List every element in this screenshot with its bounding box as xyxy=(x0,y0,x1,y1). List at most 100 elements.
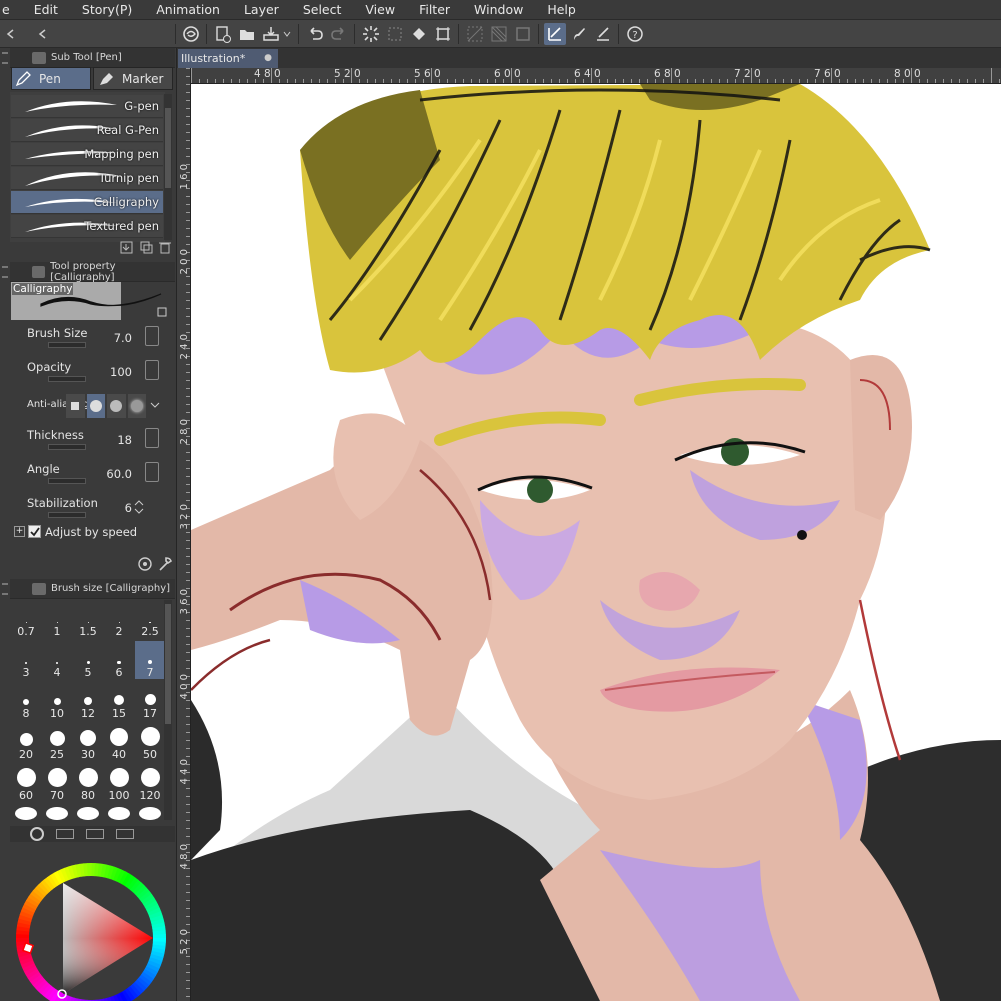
stabilization-row[interactable]: Stabilization 6 xyxy=(24,494,162,522)
grid-snap-icon[interactable] xyxy=(488,23,510,45)
brush-size-option[interactable]: 4 xyxy=(42,641,72,679)
brush-size-option[interactable]: 0.7 xyxy=(11,600,41,638)
horizontal-ruler[interactable]: 4 8 0 5 2 0 5 6 0 6 0 0 6 4 0 6 8 0 7 2 0 7 6 0… xyxy=(191,68,1001,84)
brush-size-option[interactable] xyxy=(135,805,165,822)
brush-size-option[interactable]: 1 xyxy=(42,600,72,638)
menu-item-view[interactable]: View xyxy=(353,0,407,20)
wrench-reset-icon[interactable] xyxy=(138,557,152,571)
drawing-canvas[interactable] xyxy=(191,84,1001,1001)
brush-size-option[interactable]: 6 xyxy=(104,641,134,679)
stabilization-value[interactable]: 6 xyxy=(125,501,132,515)
close-tab-icon[interactable]: ● xyxy=(264,49,272,68)
brush-size-value[interactable]: 7.0 xyxy=(114,331,132,345)
aa-weak-button[interactable] xyxy=(86,394,105,418)
angle-row[interactable]: Angle 60.0 xyxy=(24,460,162,488)
brush-size-option[interactable]: 80 xyxy=(73,764,103,802)
brush-item-mapping-pen[interactable]: Mapping pen xyxy=(11,143,163,166)
brush-size-option[interactable]: 1.5 xyxy=(73,600,103,638)
adjust-by-speed-row[interactable]: + Adjust by speed xyxy=(14,524,164,540)
save-dropdown-icon[interactable] xyxy=(281,23,293,45)
hue-handle-icon[interactable] xyxy=(21,941,35,955)
menu-item-window[interactable]: Window xyxy=(462,0,535,20)
wrench-icon[interactable] xyxy=(159,557,172,571)
frame-snap-icon[interactable] xyxy=(512,23,534,45)
brush-item-turnip-pen[interactable]: Turnip pen xyxy=(11,167,163,190)
brush-size-scrollbar[interactable] xyxy=(164,600,172,820)
angle-slider[interactable] xyxy=(48,478,86,484)
brush-size-option[interactable]: 12 xyxy=(73,682,103,720)
clip-studio-icon[interactable] xyxy=(180,23,202,45)
brush-settings-icon[interactable] xyxy=(568,23,590,45)
menu-item-file[interactable]: e xyxy=(0,0,22,20)
color-set-tab-icon[interactable] xyxy=(86,829,104,839)
brush-size-option[interactable]: 100 xyxy=(104,764,134,802)
aa-strong-button[interactable] xyxy=(127,394,146,418)
new-file-icon[interactable] xyxy=(212,23,234,45)
color-wheel[interactable] xyxy=(8,856,176,1001)
delete-subtool-icon[interactable] xyxy=(159,242,171,254)
expand-icon[interactable]: + xyxy=(14,526,25,537)
brush-item-real-g-pen[interactable]: Real G-Pen xyxy=(11,119,163,142)
tab-illustration[interactable]: Illustration* ● xyxy=(178,49,278,68)
thickness-row[interactable]: Thickness 18 xyxy=(24,426,162,454)
tab-marker[interactable]: Marker xyxy=(93,67,173,90)
pen-pressure-icon[interactable] xyxy=(544,23,566,45)
thickness-value[interactable]: 18 xyxy=(117,433,132,447)
angle-value[interactable]: 60.0 xyxy=(106,467,132,481)
back-arrow-icon[interactable] xyxy=(32,23,54,45)
color-slider-tab-icon[interactable] xyxy=(56,829,74,839)
menu-item-select[interactable]: Select xyxy=(291,0,354,20)
brush-size-option[interactable]: 8 xyxy=(11,682,41,720)
menu-item-animation[interactable]: Animation xyxy=(144,0,232,20)
menu-item-filter[interactable]: Filter xyxy=(407,0,462,20)
save-subtool-icon[interactable] xyxy=(120,241,133,254)
ruler-snap-icon[interactable] xyxy=(464,23,486,45)
opacity-pressure-icon[interactable] xyxy=(145,360,159,380)
collapse-panel-icon[interactable] xyxy=(0,23,22,45)
aa-medium-button[interactable] xyxy=(107,394,126,418)
redo-icon[interactable] xyxy=(328,23,350,45)
anti-aliasing-row[interactable]: Anti-aliasing xyxy=(24,392,162,420)
brush-size-option[interactable] xyxy=(104,805,134,822)
thickness-pressure-icon[interactable] xyxy=(145,428,159,448)
chevron-down-icon[interactable] xyxy=(150,400,160,410)
stabilization-slider[interactable] xyxy=(48,512,86,518)
thickness-slider[interactable] xyxy=(48,444,86,450)
color-history-tab-icon[interactable] xyxy=(116,829,134,839)
vertical-ruler[interactable]: 1 6 0 2 0 0 2 4 0 2 8 0 3 2 0 3 6 0 4 0 0 4 4 0… xyxy=(177,68,191,1001)
help-icon[interactable]: ? xyxy=(624,23,646,45)
brush-size-option[interactable]: 17 xyxy=(135,682,165,720)
brush-size-option[interactable]: 5 xyxy=(73,641,103,679)
opacity-row[interactable]: Opacity 100 xyxy=(24,358,162,386)
brush-size-option[interactable]: 50 xyxy=(135,723,165,761)
undo-icon[interactable] xyxy=(304,23,326,45)
brush-size-option[interactable]: 25 xyxy=(42,723,72,761)
copy-subtool-icon[interactable] xyxy=(140,241,153,254)
brush-size-option[interactable]: 120 xyxy=(135,764,165,802)
brush-size-option[interactable] xyxy=(11,805,41,822)
menu-item-help[interactable]: Help xyxy=(535,0,588,20)
brush-size-option[interactable]: 60 xyxy=(11,764,41,802)
brush-size-option[interactable]: 7 xyxy=(135,641,165,679)
brush-size-option[interactable]: 2 xyxy=(104,600,134,638)
brush-size-option[interactable]: 2.5 xyxy=(135,600,165,638)
brush-size-option[interactable]: 20 xyxy=(11,723,41,761)
open-folder-icon[interactable] xyxy=(236,23,258,45)
angle-pressure-icon[interactable] xyxy=(145,462,159,482)
fill-bucket-icon[interactable] xyxy=(408,23,430,45)
artwork-portrait[interactable] xyxy=(191,84,1001,1001)
brush-size-option[interactable] xyxy=(42,805,72,822)
brush-size-option[interactable]: 3 xyxy=(11,641,41,679)
color-wheel-tab-icon[interactable] xyxy=(30,827,44,841)
aa-none-button[interactable] xyxy=(66,394,85,418)
crop-icon[interactable] xyxy=(432,23,454,45)
brush-size-option[interactable]: 15 xyxy=(104,682,134,720)
opacity-value[interactable]: 100 xyxy=(110,365,132,379)
opacity-slider[interactable] xyxy=(48,376,86,382)
brush-size-option[interactable]: 10 xyxy=(42,682,72,720)
brush-size-option[interactable]: 40 xyxy=(104,723,134,761)
brush-item-g-pen[interactable]: G-pen xyxy=(11,95,163,118)
brush-size-slider[interactable] xyxy=(48,342,86,348)
menu-item-edit[interactable]: Edit xyxy=(22,0,70,20)
adjust-by-speed-checkbox[interactable] xyxy=(28,525,41,538)
